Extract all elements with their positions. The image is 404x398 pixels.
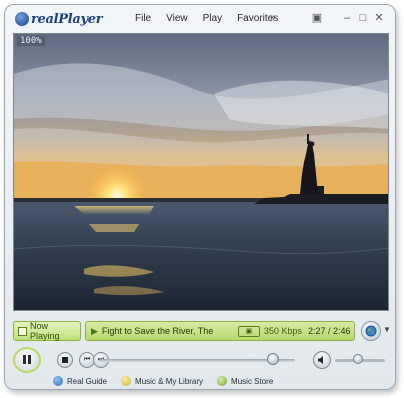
menu-file[interactable]: File — [135, 13, 151, 24]
mute-button[interactable] — [313, 351, 331, 369]
real-guide-label: Real Guide — [67, 376, 108, 386]
volume-thumb[interactable] — [353, 354, 363, 364]
realplayer-logo-icon — [15, 12, 29, 26]
volume-icon — [318, 356, 323, 364]
now-playing-label: Now Playing — [30, 321, 60, 341]
clip-title: Fight to Save the River, The — [101, 326, 214, 336]
music-library-label: Music & My Library — [135, 376, 204, 386]
playing-indicator-icon: ▶ — [91, 325, 98, 336]
bottom-links: Real Guide Music & My Library Music Stor… — [53, 376, 273, 386]
title-bar[interactable]: realPlayer File View Play Favorites » ▣ … — [5, 5, 395, 33]
music-note-icon — [217, 376, 228, 386]
realplayer-window: realPlayer File View Play Favorites » ▣ … — [4, 4, 396, 390]
menu-bar: File View Play Favorites — [135, 13, 278, 24]
menu-more-arrow-icon[interactable]: » — [270, 12, 276, 23]
pause-button[interactable] — [13, 347, 41, 373]
status-row: Now Playing ▶ Fight to Save the River, T… — [13, 321, 391, 343]
globe-icon — [365, 325, 377, 337]
seek-bar[interactable] — [99, 359, 295, 362]
now-playing-button[interactable]: Now Playing — [13, 321, 81, 341]
real-guide-icon — [53, 376, 63, 386]
time-readout: 2:27 / 2:46 — [307, 326, 351, 336]
app-logo: realPlayer — [15, 11, 103, 27]
globe-button[interactable] — [361, 321, 381, 341]
now-playing-info-bar: ▶ Fight to Save the River, The ▣ 350 Kbp… — [85, 321, 355, 341]
music-store-link[interactable]: Music Store — [217, 376, 273, 386]
globe-dropdown-icon[interactable]: ▼ — [383, 325, 391, 334]
pause-icon — [22, 351, 32, 369]
previous-icon: ⏮ — [83, 356, 91, 363]
zoom-readout: 100% — [17, 36, 45, 46]
menu-view[interactable]: View — [166, 13, 188, 24]
close-icon[interactable]: ✕ — [373, 12, 385, 24]
logo-text: realPlayer — [31, 11, 103, 27]
video-display[interactable]: 100% — [13, 33, 389, 311]
bitrate: 350 Kbps — [263, 326, 302, 336]
music-store-label: Music Store — [231, 376, 274, 386]
menu-play[interactable]: Play — [203, 13, 222, 24]
stop-button[interactable] — [57, 352, 73, 368]
minimize-icon[interactable]: – — [341, 12, 353, 24]
music-library-icon — [121, 376, 132, 386]
real-guide-link[interactable]: Real Guide — [53, 376, 107, 386]
stop-icon — [62, 357, 68, 363]
pip-icon[interactable]: ▣ — [311, 12, 323, 24]
seek-thumb[interactable] — [267, 353, 280, 365]
maximize-icon[interactable]: □ — [357, 12, 369, 24]
playback-controls: ⏮ ⏭ — [13, 347, 389, 373]
music-library-link[interactable]: Music & My Library — [121, 376, 203, 386]
media-type-icon: ▣ — [237, 325, 260, 337]
playlist-icon — [18, 326, 27, 336]
video-frame-statue-of-liberty-sunset — [14, 34, 388, 310]
